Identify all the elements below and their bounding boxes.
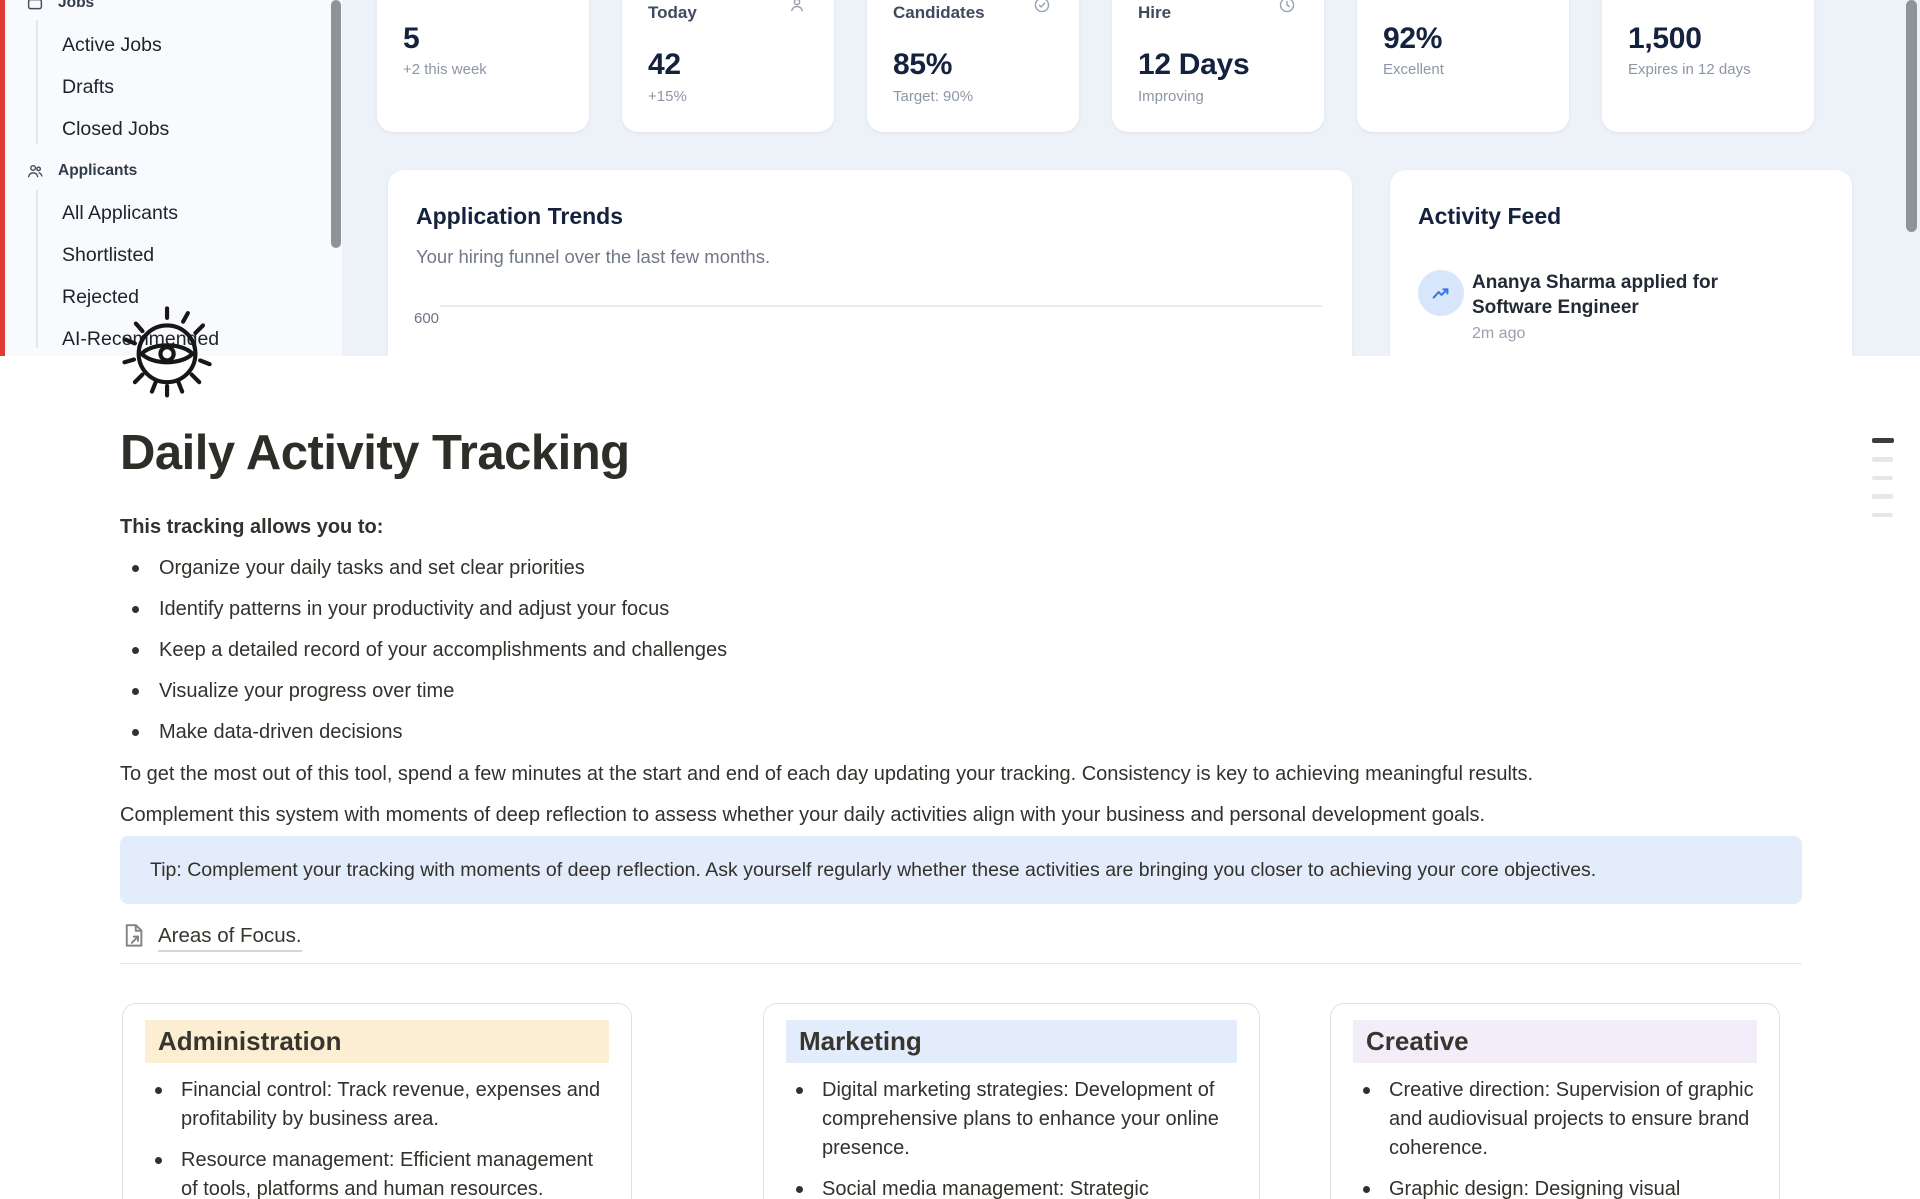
- feed-entry-time: 2m ago: [1472, 325, 1802, 343]
- toc-bar[interactable]: [1872, 513, 1893, 518]
- focus-card-administration: Administration Financial control: Track r…: [122, 1003, 632, 1199]
- stat-card-subtext: Improving: [1138, 88, 1204, 105]
- focus-card-title-highlight: Administration: [145, 1020, 609, 1063]
- stat-card-subtext: +15%: [648, 88, 687, 105]
- stat-card-subtext: Target: 90%: [893, 88, 973, 105]
- chart-gridline: [440, 305, 1322, 307]
- list-item: Social media management: Strategic: [786, 1175, 1237, 1199]
- focus-card-title: Creative: [1366, 1025, 1744, 1058]
- stat-card-subtext: Excellent: [1383, 61, 1444, 78]
- paragraph: Complement this system with moments of d…: [120, 800, 1802, 830]
- sidebar-item-active-jobs[interactable]: Active Jobs: [5, 24, 342, 66]
- list-item: Make data-driven decisions: [120, 717, 1802, 747]
- sidebar-section-label: Applicants: [58, 162, 137, 180]
- focus-card-title-highlight: Marketing: [786, 1020, 1237, 1063]
- sidebar-item-shortlisted[interactable]: Shortlisted: [5, 234, 342, 276]
- panel-subtitle: Your hiring funnel over the last few mon…: [416, 246, 770, 268]
- sidebar-section-jobs[interactable]: Jobs: [5, 0, 342, 24]
- sidebar-section-applicants[interactable]: Applicants: [5, 150, 342, 192]
- document-body: Daily Activity Tracking This tracking al…: [120, 356, 1802, 972]
- page-link-icon: [120, 922, 147, 954]
- stat-card: Today 42 +15%: [622, 0, 834, 132]
- application-trends-panel: Application Trends Your hiring funnel ov…: [388, 170, 1352, 356]
- stat-card: 92% Excellent: [1357, 0, 1569, 132]
- stat-card-subtext: +2 this week: [403, 61, 487, 78]
- focus-card-bullets: Financial control: Track revenue, expens…: [145, 1076, 609, 1199]
- areas-of-focus-link[interactable]: Areas of Focus.: [120, 921, 302, 955]
- toc-bar[interactable]: [1872, 438, 1894, 443]
- stat-card: 1,500 Expires in 12 days: [1602, 0, 1814, 132]
- intro-heading: This tracking allows you to:: [120, 516, 1802, 539]
- focus-card-title-highlight: Creative: [1353, 1020, 1757, 1063]
- sidebar-section-label: Jobs: [58, 0, 94, 12]
- people-icon: [26, 162, 44, 180]
- y-axis-tick-label: 600: [414, 310, 439, 327]
- stat-card: Candidates 85% Target: 90%: [867, 0, 1079, 132]
- stat-card-value: 85%: [893, 48, 952, 82]
- page-scrollbar-thumb[interactable]: [1906, 0, 1917, 232]
- stat-card-value: 12 Days: [1138, 48, 1249, 82]
- list-item: Graphic design: Designing visual: [1353, 1175, 1757, 1199]
- toc-bar[interactable]: [1872, 494, 1893, 499]
- stat-card-value: 92%: [1383, 22, 1442, 56]
- focus-card-bullets: Creative direction: Supervision of graph…: [1353, 1076, 1757, 1199]
- stat-card-title: Candidates: [893, 3, 985, 23]
- list-item: Visualize your progress over time: [120, 676, 1802, 706]
- focus-card-marketing: Marketing Digital marketing strategies: D…: [763, 1003, 1260, 1199]
- dashboard-section: Jobs Active JobsDraftsClosed Jobs Applican…: [0, 0, 1920, 356]
- focus-card-title: Administration: [158, 1025, 596, 1058]
- list-item: Financial control: Track revenue, expens…: [145, 1076, 609, 1134]
- check-circle-icon: [1033, 0, 1051, 14]
- trend-up-icon: [1418, 270, 1464, 316]
- list-item: Organize your daily tasks and set clear …: [120, 553, 1802, 583]
- list-item: Digital marketing strategies: Developmen…: [786, 1076, 1237, 1163]
- sidebar-item-drafts[interactable]: Drafts: [5, 66, 342, 108]
- stat-card-title: Today: [648, 3, 697, 23]
- sidebar-scrollbar-thumb[interactable]: [331, 0, 341, 248]
- focus-card-bullets: Digital marketing strategies: Developmen…: [786, 1076, 1237, 1199]
- tip-callout: Tip: Complement your tracking with momen…: [120, 836, 1802, 904]
- sidebar-item-closed-jobs[interactable]: Closed Jobs: [5, 108, 342, 150]
- list-item: Identify patterns in your productivity a…: [120, 594, 1802, 624]
- focus-card-title: Marketing: [799, 1025, 1224, 1058]
- activity-feed-panel: Activity Feed Ananya Sharma applied for …: [1390, 170, 1852, 356]
- feed-entry-text: Ananya Sharma applied for Software Engin…: [1472, 270, 1802, 320]
- list-item: Keep a detailed record of your accomplis…: [120, 635, 1802, 665]
- list-item: Creative direction: Supervision of graph…: [1353, 1076, 1757, 1163]
- stat-card-value: 1,500: [1628, 22, 1702, 56]
- paragraph: To get the most out of this tool, spend …: [120, 759, 1802, 789]
- stat-card-value: 5: [403, 22, 419, 56]
- focus-card-creative: Creative Creative direction: Supervision …: [1330, 1003, 1780, 1199]
- eye-doodle-icon[interactable]: [116, 298, 220, 402]
- table-of-contents-widget: [1872, 438, 1894, 517]
- divider: [120, 963, 1802, 964]
- panel-title: Activity Feed: [1418, 203, 1561, 230]
- toc-bar[interactable]: [1872, 476, 1893, 481]
- stat-card-subtext: Expires in 12 days: [1628, 61, 1751, 78]
- toc-bar[interactable]: [1872, 457, 1893, 462]
- stat-card-title: Hire: [1138, 3, 1171, 23]
- sidebar-item-all-applicants[interactable]: All Applicants: [5, 192, 342, 234]
- stat-card: Hire 12 Days Improving: [1112, 0, 1324, 132]
- feed-entry[interactable]: Ananya Sharma applied for Software Engin…: [1472, 270, 1802, 343]
- doc-bullet-list: Organize your daily tasks and set clear …: [120, 553, 1802, 747]
- tip-text: Tip: Complement your tracking with momen…: [150, 859, 1596, 882]
- link-label: Areas of Focus.: [158, 924, 302, 952]
- stat-card-value: 42: [648, 48, 681, 82]
- briefcase-icon: [26, 0, 44, 12]
- panel-title: Application Trends: [416, 203, 623, 230]
- clock-icon: [1278, 0, 1296, 14]
- screen: Jobs Active JobsDraftsClosed Jobs Applican…: [0, 0, 1920, 1199]
- stat-card: 5 +2 this week: [377, 0, 589, 132]
- person-icon: [788, 0, 806, 14]
- page-title: Daily Activity Tracking: [120, 356, 1802, 484]
- list-item: Resource management: Efficient managemen…: [145, 1146, 609, 1199]
